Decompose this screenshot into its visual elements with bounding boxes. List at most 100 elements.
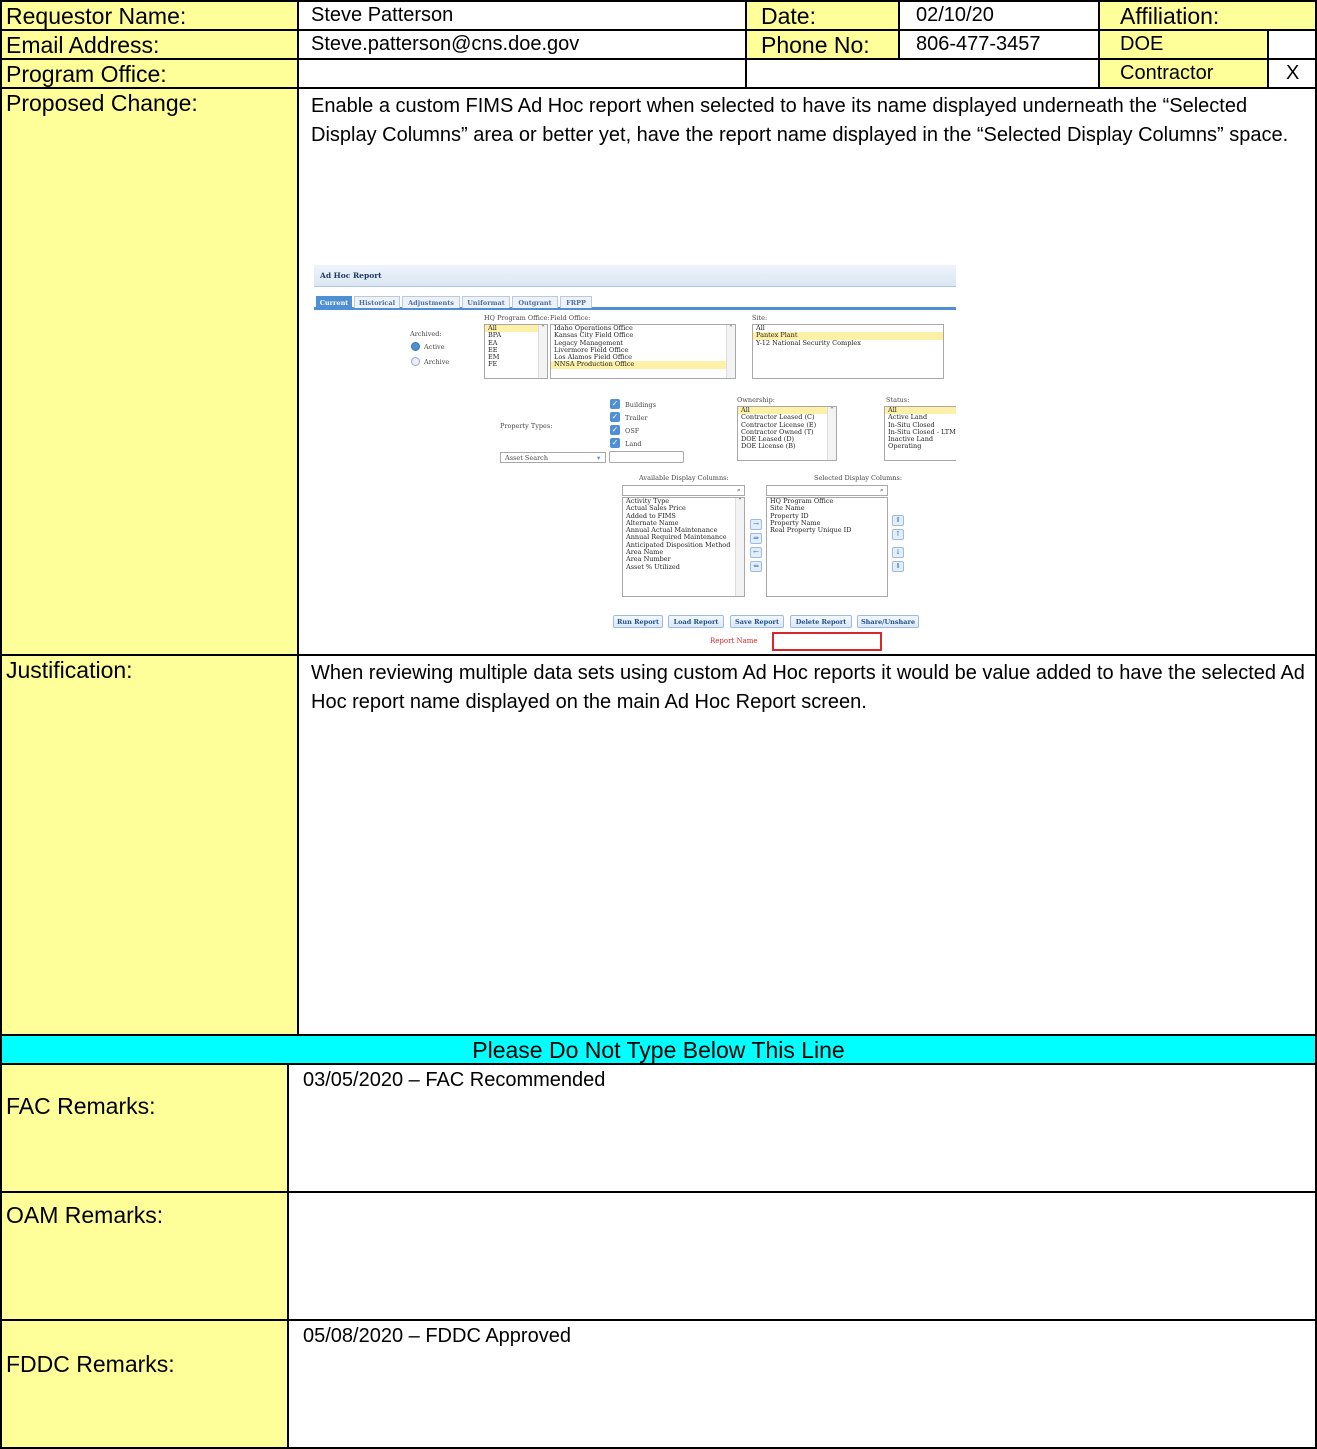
fddc-remarks-label: FDDC Remarks: [0,1319,289,1449]
trailer-checkbox[interactable]: ✓ [610,412,620,422]
move-right-button[interactable]: → [750,519,762,530]
hq-program-office-list[interactable]: All BPA EA EE EM FE ˄ [484,324,548,379]
move-down-button[interactable]: ↓ [892,547,904,558]
justification-field[interactable]: When reviewing multiple data sets using … [297,654,1317,1036]
run-report-button[interactable]: Run Report [613,615,663,628]
list-item[interactable]: Operating [885,443,956,451]
hq-program-office-label: HQ Program Office: [484,314,550,322]
list-item[interactable]: DOE License (B) [738,443,836,451]
search-icon: ⌕ [880,486,884,494]
delete-report-button[interactable]: Delete Report [790,615,852,628]
email-address-label: Email Address: [0,29,299,60]
field-office-label: Field Office: [550,314,591,322]
tab-historical[interactable]: Historical [354,296,400,308]
move-all-left-button[interactable]: ⇐ [750,561,762,572]
osf-label: OSF [625,427,640,435]
fddc-remarks-field[interactable]: 05/08/2020 – FDDC Approved [287,1319,1317,1449]
land-checkbox[interactable]: ✓ [610,438,620,448]
scrollbar[interactable]: ˄ [538,325,547,378]
list-item[interactable]: NNSA Production Office [551,361,735,369]
fac-remarks-field[interactable]: 03/05/2020 – FAC Recommended [287,1063,1317,1193]
scrollbar[interactable]: ˄ [827,407,836,460]
affiliation-doe-mark[interactable] [1267,29,1317,60]
chevron-up-icon: ˄ [738,497,742,506]
justification-text: When reviewing multiple data sets using … [311,662,1305,713]
ad-hoc-report-screenshot: Ad Hoc Report Current Historical Adjustm… [314,265,956,653]
buildings-label: Buildings [625,401,657,409]
archive-radio[interactable] [411,357,420,366]
program-office-label: Program Office: [0,58,299,89]
fac-remarks-label: FAC Remarks: [0,1063,289,1193]
date-label: Date: [745,0,900,31]
oam-remarks-field[interactable] [287,1191,1317,1321]
requestor-name-field[interactable]: Steve Patterson [297,0,747,31]
move-bottom-button[interactable]: ⇓ [892,561,904,572]
asset-search-input[interactable] [609,451,684,463]
date-field[interactable]: 02/10/20 [898,0,1100,31]
site-label: Site: [752,314,768,322]
available-columns-list[interactable]: Activity Type Actual Sales Price Added t… [622,497,745,597]
land-label: Land [625,440,642,448]
list-item[interactable]: Y-12 National Security Complex [753,339,943,347]
email-address-field[interactable]: Steve.patterson@cns.doe.gov [297,29,747,60]
ad-hoc-report-title: Ad Hoc Report [314,265,956,287]
trailer-label: Trailer [625,414,648,422]
selected-columns-list[interactable]: HQ Program Office Site Name Property ID … [766,497,888,597]
buildings-checkbox[interactable]: ✓ [610,399,620,409]
affiliation-doe-label: DOE [1098,29,1269,60]
do-not-type-divider: Please Do Not Type Below This Line [0,1034,1317,1065]
move-up-button[interactable]: ↑ [892,529,904,540]
chevron-up-icon: ˄ [830,406,834,415]
list-item[interactable]: Real Property Unique ID [767,526,887,534]
phone-field[interactable]: 806-477-3457 [898,29,1100,60]
tab-frpp[interactable]: FRPP [560,296,592,308]
share-unshare-button[interactable]: Share/Unshare [857,615,919,628]
ownership-label: Ownership: [737,396,775,404]
available-columns-search[interactable]: ⌕ [622,485,745,496]
affiliation-label: Affiliation: [1098,0,1317,31]
osf-checkbox[interactable]: ✓ [610,425,620,435]
status-list[interactable]: All Active Land In-Situ Closed In-Situ C… [884,406,956,461]
selected-columns-search[interactable]: ⌕ [766,485,888,496]
program-office-field-2[interactable] [745,58,1100,89]
chevron-down-icon: ▾ [597,454,601,462]
program-office-field[interactable] [297,58,747,89]
justification-label: Justification: [0,654,299,1036]
load-report-button[interactable]: Load Report [668,615,724,628]
site-list[interactable]: All Pantex Plant Y-12 National Security … [752,324,944,379]
chevron-up-icon: ˄ [729,324,733,333]
move-all-right-button[interactable]: ⇒ [750,533,762,544]
oam-remarks-label: OAM Remarks: [0,1191,289,1321]
move-top-button[interactable]: ⇑ [892,515,904,526]
property-types-label: Property Types: [500,422,553,430]
phone-label: Phone No: [745,29,900,60]
tab-bar: Current Historical Adjustments Uniformat… [314,296,956,310]
asset-search-value: Asset Search [505,454,548,462]
proposed-change-label: Proposed Change: [0,87,299,656]
tab-uniformat[interactable]: Uniformat [462,296,510,308]
tab-outgrant[interactable]: Outgrant [512,296,558,308]
tab-current[interactable]: Current [316,296,352,308]
report-name-label: Report Name [710,637,758,645]
report-name-box[interactable] [772,632,882,651]
available-columns-label: Available Display Columns: [639,474,729,482]
archive-radio-label: Archive [424,358,450,366]
archived-label: Archived: [410,330,442,338]
ownership-list[interactable]: All Contractor Leased (C) Contractor Lic… [737,406,837,461]
search-icon: ⌕ [737,486,741,494]
scrollbar[interactable]: ˄ [726,325,735,378]
active-radio-label: Active [424,343,445,351]
status-label: Status: [886,396,910,404]
move-left-button[interactable]: ← [750,547,762,558]
field-office-list[interactable]: Idaho Operations Office Kansas City Fiel… [550,324,736,379]
asset-search-select[interactable]: Asset Search ▾ [500,452,606,463]
affiliation-contractor-label: Contractor [1098,58,1269,89]
tab-adjustments[interactable]: Adjustments [402,296,460,308]
requestor-name-label: Requestor Name: [0,0,299,31]
list-item[interactable]: Asset % Utilized [623,563,744,571]
save-report-button[interactable]: Save Report [730,615,784,628]
active-radio[interactable] [411,342,420,351]
scrollbar[interactable]: ˄ [735,498,744,596]
affiliation-contractor-mark[interactable]: X [1267,58,1317,89]
chevron-up-icon: ˄ [541,324,545,333]
